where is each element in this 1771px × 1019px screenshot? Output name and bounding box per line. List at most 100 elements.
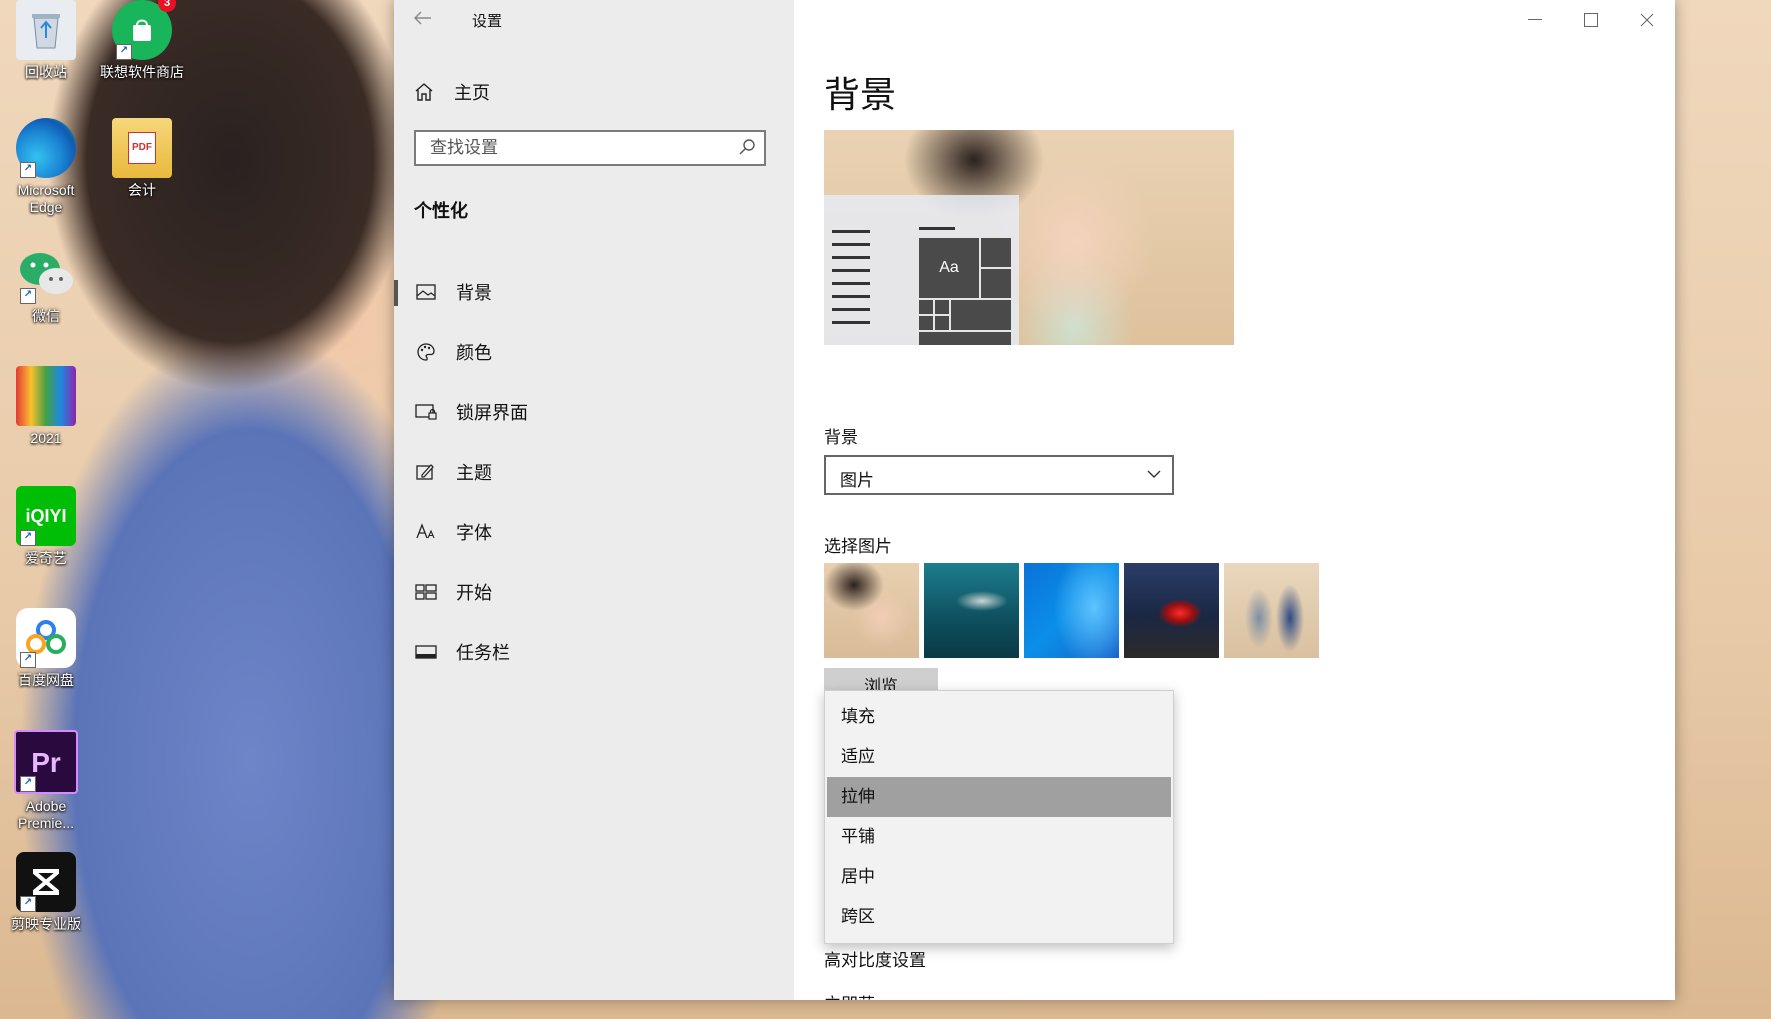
shortcut-arrow-icon: ↗ xyxy=(20,530,36,546)
nav-item-start[interactable]: 开始 xyxy=(394,562,794,622)
close-button[interactable] xyxy=(1619,0,1675,40)
fit-option-stretch[interactable]: 拉伸 xyxy=(827,777,1171,817)
desktop-icon-label: 2021 xyxy=(30,430,62,446)
back-button[interactable] xyxy=(412,8,434,30)
desktop-icon-edge[interactable]: ↗ Microsoft Edge xyxy=(0,118,92,216)
premiere-pro-icon: Pr ↗ xyxy=(14,730,78,794)
fit-option-span[interactable]: 跨区 xyxy=(827,897,1171,937)
nav-item-background[interactable]: 背景 xyxy=(394,262,794,322)
desktop-icon-kuaiji[interactable]: PDF 会计 xyxy=(96,118,188,199)
desktop-icon-wechat[interactable]: ↗ 微信 xyxy=(0,244,92,325)
close-icon xyxy=(1640,13,1654,27)
shortcut-arrow-icon: ↗ xyxy=(20,162,36,178)
thumbnail-family-1[interactable] xyxy=(824,563,919,658)
desktop-icon-label: 百度网盘 xyxy=(18,672,74,688)
wechat-icon: ↗ xyxy=(16,244,76,304)
desktop-icon-jianying[interactable]: ↗ 剪映专业版 xyxy=(0,852,92,933)
nav-home[interactable]: 主页 xyxy=(412,76,490,108)
nav-item-fonts[interactable]: 字体 xyxy=(394,502,794,562)
desktop-icon-folder-2021[interactable]: 2021 xyxy=(0,366,92,447)
folder-icon: PDF xyxy=(112,118,172,178)
desktop-icon-premiere[interactable]: Pr ↗ Adobe Premie... xyxy=(0,730,92,832)
pdf-document-icon: PDF xyxy=(128,132,156,164)
iqiyi-icon: iQIYI ↗ xyxy=(16,486,76,546)
edge-browser-icon: ↗ xyxy=(16,118,76,178)
partially-visible-link[interactable]: 立即获 xyxy=(824,990,904,1000)
background-type-value: 图片 xyxy=(840,471,874,490)
picture-icon xyxy=(414,280,438,304)
back-arrow-icon xyxy=(413,11,431,25)
desktop-icon-label: 联想软件商店 xyxy=(100,64,184,80)
nav-item-colors[interactable]: 颜色 xyxy=(394,322,794,382)
nav-item-label: 字体 xyxy=(456,523,492,543)
fit-option-fit[interactable]: 适应 xyxy=(827,737,1171,777)
nav-item-taskbar[interactable]: 任务栏 xyxy=(394,622,794,682)
shortcut-arrow-icon: ↗ xyxy=(20,896,36,912)
nav-item-label: 任务栏 xyxy=(456,643,510,663)
minimize-icon xyxy=(1528,19,1542,20)
background-preview: Aa xyxy=(824,130,1234,345)
preview-aa-tile: Aa xyxy=(919,238,979,298)
fit-option-center[interactable]: 居中 xyxy=(827,857,1171,897)
shopping-bag-icon: 3 ↗ xyxy=(112,0,176,60)
nav-home-label: 主页 xyxy=(454,83,490,103)
jianying-icon: ↗ xyxy=(16,852,76,912)
search-icon xyxy=(738,138,756,161)
preview-tile xyxy=(981,238,1011,267)
minimize-button[interactable] xyxy=(1507,0,1563,40)
fit-options-dropdown: 填充 适应 拉伸 平铺 居中 跨区 xyxy=(824,690,1174,944)
desktop-icon-label: 会计 xyxy=(128,182,156,198)
nav-item-lock-screen[interactable]: 锁屏界面 xyxy=(394,382,794,442)
thumbnail-windows-blue[interactable] xyxy=(1024,563,1119,658)
nav-item-themes[interactable]: 主题 xyxy=(394,442,794,502)
background-type-label: 背景 xyxy=(824,428,858,447)
maximize-button[interactable] xyxy=(1563,0,1619,40)
fit-option-tile[interactable]: 平铺 xyxy=(827,817,1171,857)
desktop-icons: 回收站 3 ↗ 联想软件商店 ↗ Microsoft Edge PDF 会计 ↗… xyxy=(0,0,195,1019)
preview-tile xyxy=(981,269,1011,298)
desktop-icon-lenovo-store[interactable]: 3 ↗ 联想软件商店 xyxy=(96,0,188,81)
high-contrast-settings-link[interactable]: 高对比度设置 xyxy=(824,946,926,971)
settings-sidebar: 设置 主页 个性化 背景 xyxy=(394,0,794,1000)
notification-badge: 3 xyxy=(158,0,176,12)
preview-tile xyxy=(935,316,949,330)
settings-content: 背景 Aa 背景 图片 选择图片 浏览 填充 适应 拉伸 平铺 居中 跨区 高对… xyxy=(794,0,1675,1000)
preview-tiles: Aa xyxy=(919,238,1011,345)
thumbnail-family-2[interactable] xyxy=(1224,563,1319,658)
desktop-icon-iqiyi[interactable]: iQIYI ↗ 爱奇艺 xyxy=(0,486,92,567)
desktop-icon-baidu-pan[interactable]: ↗ 百度网盘 xyxy=(0,608,92,689)
desktop-icon-label: 回收站 xyxy=(25,64,67,80)
preview-tile xyxy=(935,300,949,314)
recycle-bin-icon xyxy=(16,0,76,60)
nav-item-label: 主题 xyxy=(456,463,492,483)
font-icon xyxy=(414,520,438,544)
nav-item-label: 锁屏界面 xyxy=(456,403,528,423)
thumbnail-night-rock[interactable] xyxy=(1124,563,1219,658)
preview-tile xyxy=(919,332,1011,345)
preview-menu-bar xyxy=(919,227,955,230)
picture-thumbnails xyxy=(824,563,1324,658)
chevron-down-icon xyxy=(1146,466,1162,487)
thumbnail-underwater[interactable] xyxy=(924,563,1019,658)
page-title: 背景 xyxy=(824,74,897,115)
preview-app-list xyxy=(832,230,870,334)
search-input[interactable] xyxy=(416,132,730,164)
background-type-select[interactable]: 图片 xyxy=(824,455,1174,495)
preview-tile xyxy=(951,300,1011,330)
taskbar-icon xyxy=(414,640,438,664)
app-title: 设置 xyxy=(472,13,503,30)
home-icon xyxy=(412,80,436,104)
shortcut-arrow-icon: ↗ xyxy=(116,44,132,60)
choose-picture-label: 选择图片 xyxy=(824,537,892,556)
archive-folder-icon xyxy=(16,366,76,426)
desktop-icon-label: 爱奇艺 xyxy=(25,550,67,566)
fit-option-fill[interactable]: 填充 xyxy=(827,697,1171,737)
desktop-icon-label: Adobe Premie... xyxy=(17,798,74,831)
search-box[interactable] xyxy=(414,130,766,166)
desktop-icon-recycle-bin[interactable]: 回收站 xyxy=(0,0,92,81)
lock-screen-icon xyxy=(414,400,438,424)
nav-item-label: 背景 xyxy=(456,283,492,303)
settings-window: 设置 主页 个性化 背景 xyxy=(394,0,1675,1000)
start-icon xyxy=(414,580,438,604)
preview-tile xyxy=(919,316,933,330)
